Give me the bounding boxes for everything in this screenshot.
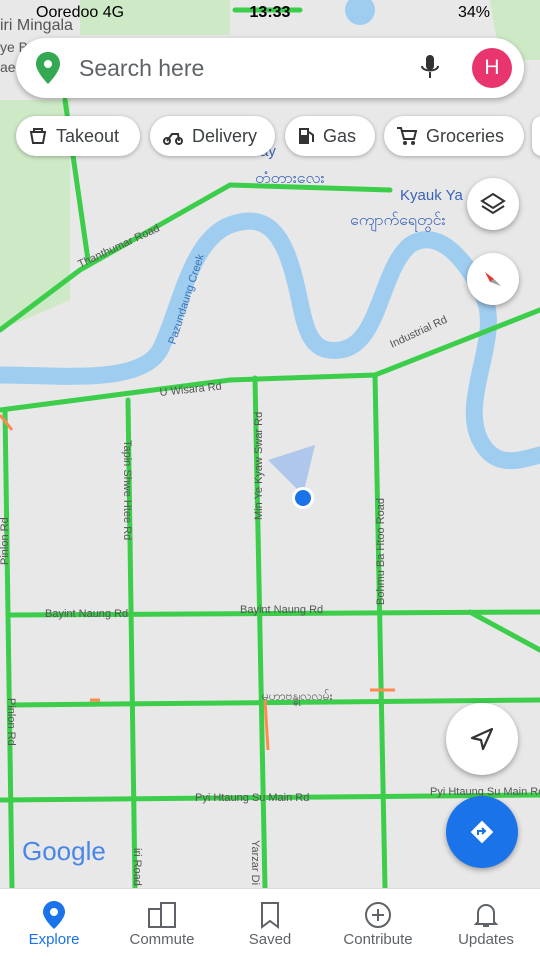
bell-icon	[474, 903, 498, 927]
nav-updates[interactable]: Updates	[432, 889, 540, 961]
bottom-nav: Explore Commute Saved Contribute Updates	[0, 888, 540, 961]
chip-label: Groceries	[426, 125, 505, 146]
nav-contribute[interactable]: Contribute	[324, 889, 432, 961]
directions-icon	[470, 820, 494, 844]
chip-gas[interactable]: Gas	[285, 116, 375, 156]
bookmark-icon	[261, 902, 279, 929]
microphone-icon[interactable]	[421, 55, 439, 81]
map-label: Min Ye Kyaw Swar Rd	[253, 412, 265, 520]
layers-button[interactable]	[467, 178, 519, 230]
takeout-icon	[29, 128, 47, 144]
search-bar[interactable]: Search here H	[16, 38, 524, 98]
my-location-button[interactable]	[446, 703, 518, 775]
chip-label: Gas	[323, 125, 357, 146]
compass-icon	[485, 272, 501, 286]
commute-icon	[148, 902, 176, 928]
delivery-icon	[163, 133, 183, 145]
chip-label: Takeout	[56, 125, 120, 146]
map-label: Pinlon Rd	[5, 698, 17, 746]
nav-commute[interactable]: Commute	[108, 889, 216, 961]
chip-label: Delivery	[192, 125, 258, 146]
nav-label: Commute	[129, 931, 195, 948]
chip-takeout[interactable]: Takeout	[16, 116, 140, 156]
status-bar: Ooredoo 4G 13:33 34%	[0, 0, 540, 30]
chip-delivery[interactable]: Delivery	[150, 116, 275, 156]
map-label: Kyauk Ya	[400, 187, 463, 204]
map-label: တံတားလေး	[255, 170, 325, 187]
account-avatar[interactable]: H	[472, 48, 512, 88]
gas-icon	[299, 128, 314, 144]
map-label: Bohmu Ba Htoo Road	[375, 498, 387, 605]
navigation-arrow-icon	[470, 727, 494, 751]
google-logo: Google	[22, 836, 106, 866]
current-location-dot[interactable]	[295, 490, 311, 506]
nav-label: Contribute	[343, 931, 413, 948]
layers-icon	[480, 192, 506, 215]
map-label: Yarzar Di	[249, 840, 261, 885]
nav-label: Updates	[458, 931, 514, 948]
chip-more[interactable]	[532, 116, 540, 156]
map-label: ae	[0, 59, 16, 75]
map-label: Bayint Naung Rd	[45, 608, 128, 620]
nav-explore[interactable]: Explore	[0, 889, 108, 961]
map-label: ကျောက်ရေတွင်း	[350, 211, 446, 232]
chip-groceries[interactable]: Groceries	[384, 116, 524, 156]
nav-label: Saved	[248, 931, 292, 948]
maps-pin-icon	[36, 52, 60, 84]
nav-label: Explore	[28, 931, 80, 948]
plus-circle-icon	[365, 902, 391, 928]
compass-button[interactable]	[467, 253, 519, 305]
map-label: Bayint Naung Rd	[240, 604, 323, 616]
directions-button[interactable]	[446, 796, 518, 868]
nav-saved[interactable]: Saved	[216, 889, 324, 961]
map-label: Pinlon Rd	[0, 517, 11, 565]
map-label: Pyi Htaung Su Main Rd	[195, 792, 309, 804]
explore-pin-icon	[43, 901, 65, 929]
search-input[interactable]: Search here	[79, 55, 204, 82]
cart-icon	[397, 127, 418, 145]
battery-percent: 34%	[457, 4, 490, 21]
map-label: Tapin Shwe Htee Rd	[121, 440, 133, 540]
map-label: iri Road	[131, 848, 143, 886]
